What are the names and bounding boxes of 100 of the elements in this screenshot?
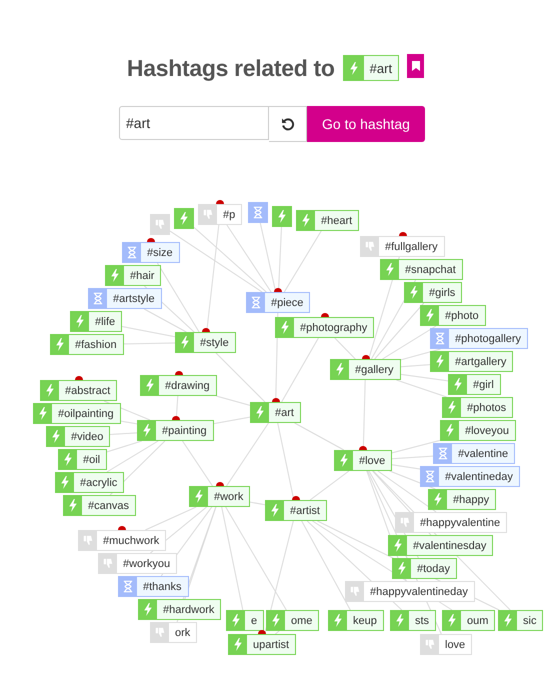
connector-line <box>392 440 440 454</box>
thumbs-down-icon <box>83 534 93 547</box>
hashtag-chip[interactable]: keup <box>328 610 384 631</box>
lightning-icon <box>333 614 343 627</box>
lightning-icon <box>395 614 405 627</box>
hashtag-chip[interactable]: #p <box>198 204 242 225</box>
hashtag-chip[interactable]: #photography <box>275 317 374 338</box>
lightning-icon <box>179 212 189 225</box>
hashtag-chip[interactable]: #muchwork <box>78 530 166 551</box>
hourglass-icon <box>425 470 435 483</box>
lightning-icon <box>397 562 407 575</box>
lightning-icon <box>433 493 443 506</box>
hourglass-icon <box>123 580 133 593</box>
lightning-icon <box>63 453 73 466</box>
go-button[interactable]: Go to hashtag <box>307 106 425 142</box>
hashtag-chip[interactable]: #thanks <box>118 576 189 597</box>
thumbs-down-icon <box>365 240 375 253</box>
hashtag-chip[interactable]: #photo <box>420 305 486 326</box>
hourglass-icon <box>253 206 263 219</box>
hashtag-chip[interactable]: sic <box>498 610 544 631</box>
hashtag-chip[interactable]: #happy <box>428 489 496 510</box>
lightning-icon <box>45 384 55 397</box>
hashtag-chip[interactable]: #loveyou <box>440 420 516 441</box>
lightning-icon <box>142 424 152 437</box>
hashtag-chip[interactable]: #valentine <box>433 443 516 464</box>
bookmark-icon <box>412 61 420 71</box>
hashtag-chip[interactable]: #today <box>392 558 458 579</box>
lightning-icon <box>68 499 78 512</box>
hashtag-chip[interactable]: #drawing <box>140 375 217 396</box>
thumbs-down-icon <box>203 208 213 221</box>
lightning-icon <box>301 214 311 227</box>
hashtag-chip[interactable] <box>248 202 268 223</box>
hashtag-chip[interactable]: #love <box>334 450 392 471</box>
hashtag-chip[interactable]: #artgallery <box>430 351 514 372</box>
hashtag-chip[interactable]: #artist <box>265 500 327 521</box>
hashtag-chip[interactable]: #girl <box>448 374 501 395</box>
lightning-icon <box>339 454 349 467</box>
hashtag-chip[interactable]: #art <box>342 55 400 81</box>
hashtag-chip[interactable]: #hair <box>105 265 162 286</box>
hashtag-chip[interactable]: #heart <box>296 210 360 231</box>
hashtag-chip[interactable]: #style <box>175 332 236 353</box>
lightning-icon <box>38 407 48 420</box>
hashtag-chip[interactable]: sts <box>390 610 436 631</box>
hashtag-chip[interactable]: #valentineday <box>420 466 520 487</box>
hashtag-chip[interactable]: #fashion <box>50 334 124 355</box>
hashtag-chip[interactable]: upartist <box>228 634 296 655</box>
lightning-icon <box>503 614 513 627</box>
hashtag-chip[interactable]: ome <box>266 610 320 631</box>
hashtag-chip[interactable] <box>272 206 292 227</box>
lightning-icon <box>280 321 290 334</box>
reset-button[interactable] <box>269 106 307 142</box>
bookmark-button[interactable] <box>407 54 424 78</box>
hashtag-chip[interactable]: #valentinesday <box>388 535 494 556</box>
hashtag-chip[interactable]: #hardwork <box>138 599 222 620</box>
hashtag-chip[interactable]: #happyvalentineday <box>345 581 475 602</box>
lightning-icon <box>425 309 435 322</box>
thumbs-down-icon <box>350 585 360 598</box>
hashtag-chip[interactable]: love <box>420 634 472 655</box>
hashtag-input[interactable]: #art <box>119 106 269 140</box>
hashtag-chip[interactable]: #oilpainting <box>33 403 121 424</box>
hashtag-chip[interactable]: #work <box>189 486 250 507</box>
hashtag-chip[interactable]: #oil <box>58 449 108 470</box>
lightning-icon <box>194 490 204 503</box>
hashtag-chip[interactable]: #piece <box>246 292 310 313</box>
hourglass-icon <box>435 332 445 345</box>
hashtag-chip[interactable]: #acrylic <box>55 472 124 493</box>
hashtag-chip[interactable] <box>150 214 170 235</box>
connector-line <box>392 456 434 460</box>
hashtag-chip[interactable]: #photos <box>442 397 514 418</box>
connector-line <box>281 338 319 402</box>
hashtag-chip[interactable]: #photogallery <box>430 328 528 349</box>
hashtag-chip[interactable]: #life <box>70 311 122 332</box>
hashtag-chip[interactable]: #snapchat <box>380 259 463 280</box>
hashtag-chip[interactable]: #canvas <box>63 495 136 516</box>
hashtag-chip[interactable]: #fullgallery <box>360 236 445 257</box>
hashtag-chip[interactable]: #painting <box>137 420 214 441</box>
lightning-icon <box>447 614 457 627</box>
hashtag-chip[interactable]: #happyvalentine <box>395 512 508 533</box>
thumbs-down-icon <box>400 516 410 529</box>
lightning-icon <box>51 430 61 443</box>
hashtag-chip[interactable]: #girls <box>404 282 462 303</box>
lightning-icon <box>445 424 455 437</box>
thumbs-down-icon <box>155 626 165 639</box>
hashtag-chip[interactable]: oum <box>442 610 496 631</box>
lightning-icon <box>143 603 153 616</box>
hashtag-chip[interactable]: #art <box>250 402 301 423</box>
hashtag-chip[interactable]: #size <box>122 242 180 263</box>
lightning-icon <box>435 355 445 368</box>
hashtag-chip[interactable]: #video <box>46 426 110 447</box>
hourglass-icon <box>93 292 103 305</box>
hashtag-chip[interactable]: e <box>226 610 264 631</box>
lightning-icon <box>270 504 280 517</box>
hashtag-chip[interactable]: #artstyle <box>88 288 162 309</box>
hashtag-chip[interactable] <box>174 208 194 229</box>
hashtag-chip[interactable]: #workyou <box>98 553 178 574</box>
hashtag-chip[interactable]: #abstract <box>40 380 118 401</box>
lightning-icon <box>409 286 419 299</box>
page-title: Hashtags related to <box>126 54 335 82</box>
hashtag-chip[interactable]: ork <box>150 622 198 643</box>
hashtag-chip[interactable]: #gallery <box>330 359 401 380</box>
